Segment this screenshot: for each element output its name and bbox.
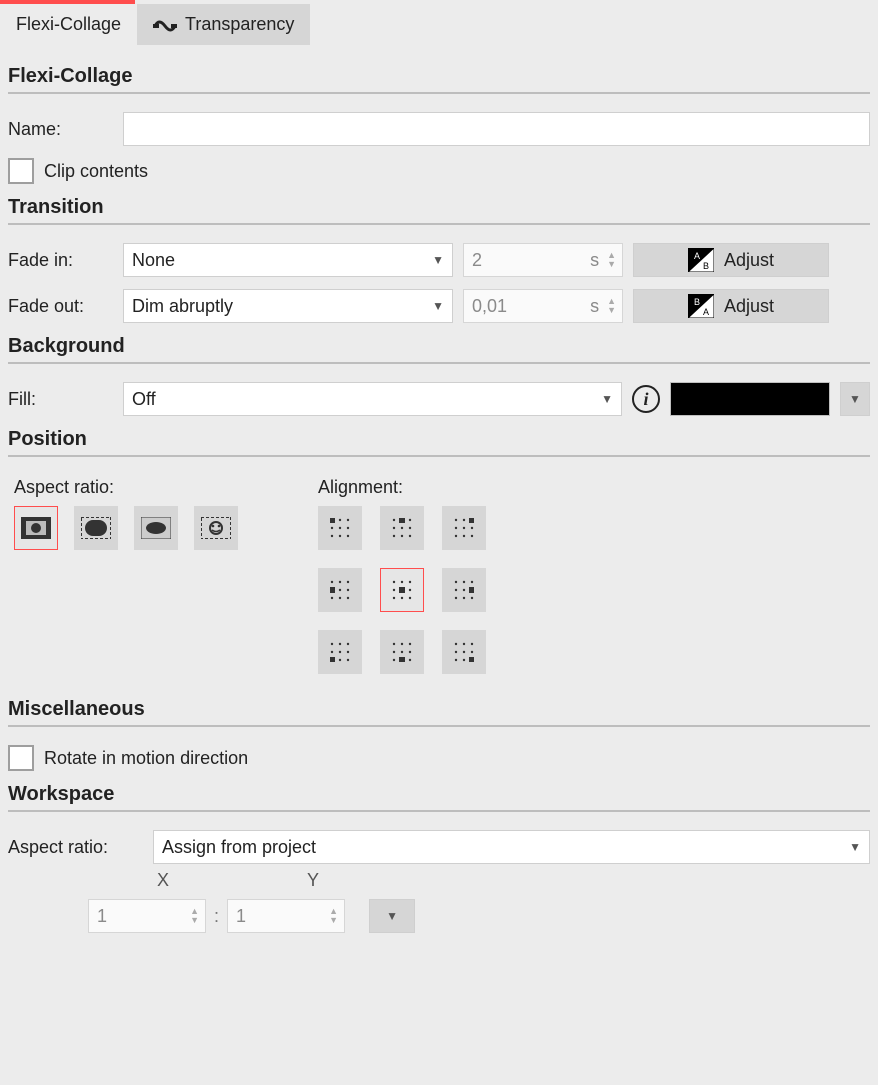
label-rotate-motion: Rotate in motion direction	[44, 748, 248, 769]
section-title-position: Position	[8, 422, 870, 453]
workspace-x-input[interactable]: 1 ▲▼	[88, 899, 206, 933]
transparency-icon	[153, 16, 177, 34]
chevron-down-icon: ▼	[849, 840, 861, 854]
label-clip-contents: Clip contents	[44, 161, 148, 182]
fill-select[interactable]: Off ▼	[123, 382, 622, 416]
fade-out-time-input[interactable]: 0,01 s ▲▼	[463, 289, 623, 323]
fade-in-select[interactable]: None ▼	[123, 243, 453, 277]
clip-contents-checkbox[interactable]	[8, 158, 34, 184]
align-bottom-center-button[interactable]	[380, 630, 424, 674]
workspace-y-value: 1	[236, 906, 329, 927]
label-name: Name:	[8, 119, 113, 140]
svg-text:A: A	[694, 251, 700, 261]
label-x: X	[88, 870, 238, 891]
svg-text:A: A	[703, 307, 709, 317]
align-top-right-button[interactable]	[442, 506, 486, 550]
tab-flexi-collage[interactable]: Flexi-Collage	[0, 4, 137, 45]
label-fade-in: Fade in:	[8, 250, 113, 271]
rotate-motion-checkbox[interactable]	[8, 745, 34, 771]
label-y: Y	[238, 870, 388, 891]
name-input[interactable]	[123, 112, 870, 146]
chevron-down-icon: ▼	[432, 253, 444, 267]
unit-seconds: s	[590, 250, 599, 271]
section-title-flexi-collage: Flexi-Collage	[8, 59, 870, 90]
ba-icon: BA	[688, 294, 714, 318]
fade-in-time-input[interactable]: 2 s ▲▼	[463, 243, 623, 277]
label-aspect-ratio: Aspect ratio:	[14, 477, 238, 506]
workspace-aspect-value: Assign from project	[162, 837, 316, 858]
fade-out-time-value: 0,01	[472, 296, 582, 317]
label-alignment: Alignment:	[318, 477, 486, 506]
fade-out-value: Dim abruptly	[132, 296, 233, 317]
adjust-fade-in-button[interactable]: AB Adjust	[633, 243, 829, 277]
align-top-left-button[interactable]	[318, 506, 362, 550]
align-bottom-right-button[interactable]	[442, 630, 486, 674]
align-bottom-left-button[interactable]	[318, 630, 362, 674]
adjust-fade-out-button[interactable]: BA Adjust	[633, 289, 829, 323]
section-title-transition: Transition	[8, 190, 870, 221]
workspace-ratio-dropdown[interactable]: ▼	[369, 899, 415, 933]
align-middle-center-button[interactable]	[380, 568, 424, 612]
svg-text:B: B	[703, 261, 709, 271]
fade-out-select[interactable]: Dim abruptly ▼	[123, 289, 453, 323]
chevron-down-icon: ▼	[601, 392, 613, 406]
fade-in-time-value: 2	[472, 250, 582, 271]
align-top-center-button[interactable]	[380, 506, 424, 550]
aspect-stretch-button[interactable]	[134, 506, 178, 550]
section-title-workspace: Workspace	[8, 777, 870, 808]
fill-value: Off	[132, 389, 156, 410]
align-middle-left-button[interactable]	[318, 568, 362, 612]
workspace-x-value: 1	[97, 906, 190, 927]
aspect-keep-button[interactable]	[14, 506, 58, 550]
section-title-misc: Miscellaneous	[8, 692, 870, 723]
align-middle-right-button[interactable]	[442, 568, 486, 612]
workspace-aspect-select[interactable]: Assign from project ▼	[153, 830, 870, 864]
section-title-background: Background	[8, 329, 870, 360]
aspect-custom-button[interactable]	[194, 506, 238, 550]
background-color-well[interactable]	[670, 382, 830, 416]
ab-icon: AB	[688, 248, 714, 272]
fade-in-value: None	[132, 250, 175, 271]
workspace-y-input[interactable]: 1 ▲▼	[227, 899, 345, 933]
color-dropdown-button[interactable]: ▼	[840, 382, 870, 416]
aspect-crop-button[interactable]	[74, 506, 118, 550]
label-fade-out: Fade out:	[8, 296, 113, 317]
label-colon: :	[214, 906, 219, 927]
unit-seconds: s	[590, 296, 599, 317]
tab-label: Flexi-Collage	[16, 14, 121, 35]
tab-transparency[interactable]: Transparency	[137, 4, 310, 45]
chevron-down-icon: ▼	[432, 299, 444, 313]
label-ws-aspect: Aspect ratio:	[8, 837, 143, 858]
adjust-label: Adjust	[724, 250, 774, 271]
info-icon[interactable]: i	[632, 385, 660, 413]
tab-label: Transparency	[185, 14, 294, 35]
adjust-label: Adjust	[724, 296, 774, 317]
svg-text:B: B	[694, 297, 700, 307]
label-fill: Fill:	[8, 389, 113, 410]
